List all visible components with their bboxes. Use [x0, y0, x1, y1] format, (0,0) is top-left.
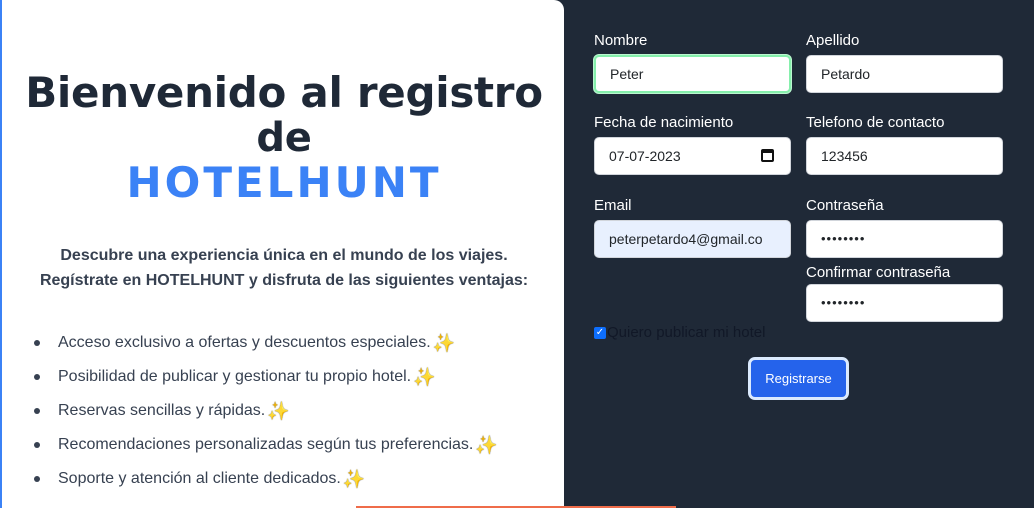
- fecha-value: 07-07-2023: [609, 148, 681, 164]
- fecha-label: Fecha de nacimiento: [594, 114, 734, 131]
- nombre-input[interactable]: Peter: [594, 55, 791, 93]
- bullet-icon: [34, 374, 40, 380]
- description-line1: Descubre una experiencia única en el mun…: [60, 247, 508, 264]
- sparkle-icon: ✨: [475, 435, 498, 455]
- publicar-row[interactable]: ✓ Quiero publicar mi hotel: [594, 324, 765, 341]
- email-input[interactable]: peterpetardo4@gmail.co: [594, 220, 791, 258]
- publicar-checkbox[interactable]: ✓: [594, 326, 606, 339]
- fecha-input[interactable]: 07-07-2023: [594, 137, 791, 175]
- benefits-list: Acceso exclusivo a ofertas y descuentos …: [32, 330, 498, 500]
- description-line2: Regístrate en HOTELHUNT y disfruta de la…: [39, 272, 529, 289]
- sparkle-icon: ✨: [267, 401, 290, 421]
- register-button[interactable]: Registrarse: [748, 357, 849, 400]
- benefit-text: Reservas sencillas y rápidas.: [58, 402, 266, 419]
- sparkle-icon: ✨: [432, 333, 456, 353]
- publicar-label: Quiero publicar mi hotel: [607, 324, 766, 341]
- page-title-line2: de: [256, 115, 312, 161]
- email-label: Email: [594, 197, 632, 214]
- bullet-icon: [34, 476, 40, 482]
- welcome-description: Descubre una experiencia única en el mun…: [2, 243, 566, 293]
- benefit-item: Acceso exclusivo a ofertas y descuentos …: [32, 330, 498, 364]
- benefit-text: Recomendaciones personalizadas según tus…: [58, 436, 474, 453]
- calendar-icon[interactable]: [761, 149, 774, 162]
- welcome-panel: Bienvenido al registro de HOTELHUNT Desc…: [0, 0, 564, 508]
- benefit-text: Soporte y atención al cliente dedicados.: [58, 470, 341, 487]
- benefit-text: Acceso exclusivo a ofertas y descuentos …: [58, 334, 431, 351]
- bullet-icon: [34, 340, 40, 346]
- benefit-item: Recomendaciones personalizadas según tus…: [32, 432, 498, 466]
- contrasena-label: Contraseña: [806, 197, 884, 214]
- bullet-icon: [34, 408, 40, 414]
- benefit-item: Reservas sencillas y rápidas. ✨: [32, 398, 498, 432]
- telefono-label: Telefono de contacto: [806, 114, 945, 131]
- benefit-text: Posibilidad de publicar y gestionar tu p…: [58, 368, 412, 385]
- sparkle-icon: ✨: [342, 469, 366, 489]
- telefono-input[interactable]: 123456: [806, 137, 1003, 175]
- apellido-label: Apellido: [806, 32, 860, 49]
- benefit-item: Posibilidad de publicar y gestionar tu p…: [32, 364, 498, 398]
- sparkle-icon: ✨: [413, 367, 436, 387]
- password-input[interactable]: ••••••••: [806, 220, 1003, 258]
- nombre-label: Nombre: [594, 32, 648, 49]
- confirmar-label: Confirmar contraseña: [806, 264, 951, 281]
- apellido-input[interactable]: Petardo: [806, 55, 1003, 93]
- brand-name: HOTELHUNT: [126, 158, 442, 207]
- bullet-icon: [34, 442, 40, 448]
- benefit-item: Soporte y atención al cliente dedicados.…: [32, 466, 498, 500]
- confirm-password-input[interactable]: ••••••••: [806, 284, 1003, 322]
- page-title-line1: Bienvenido al registro: [25, 68, 543, 117]
